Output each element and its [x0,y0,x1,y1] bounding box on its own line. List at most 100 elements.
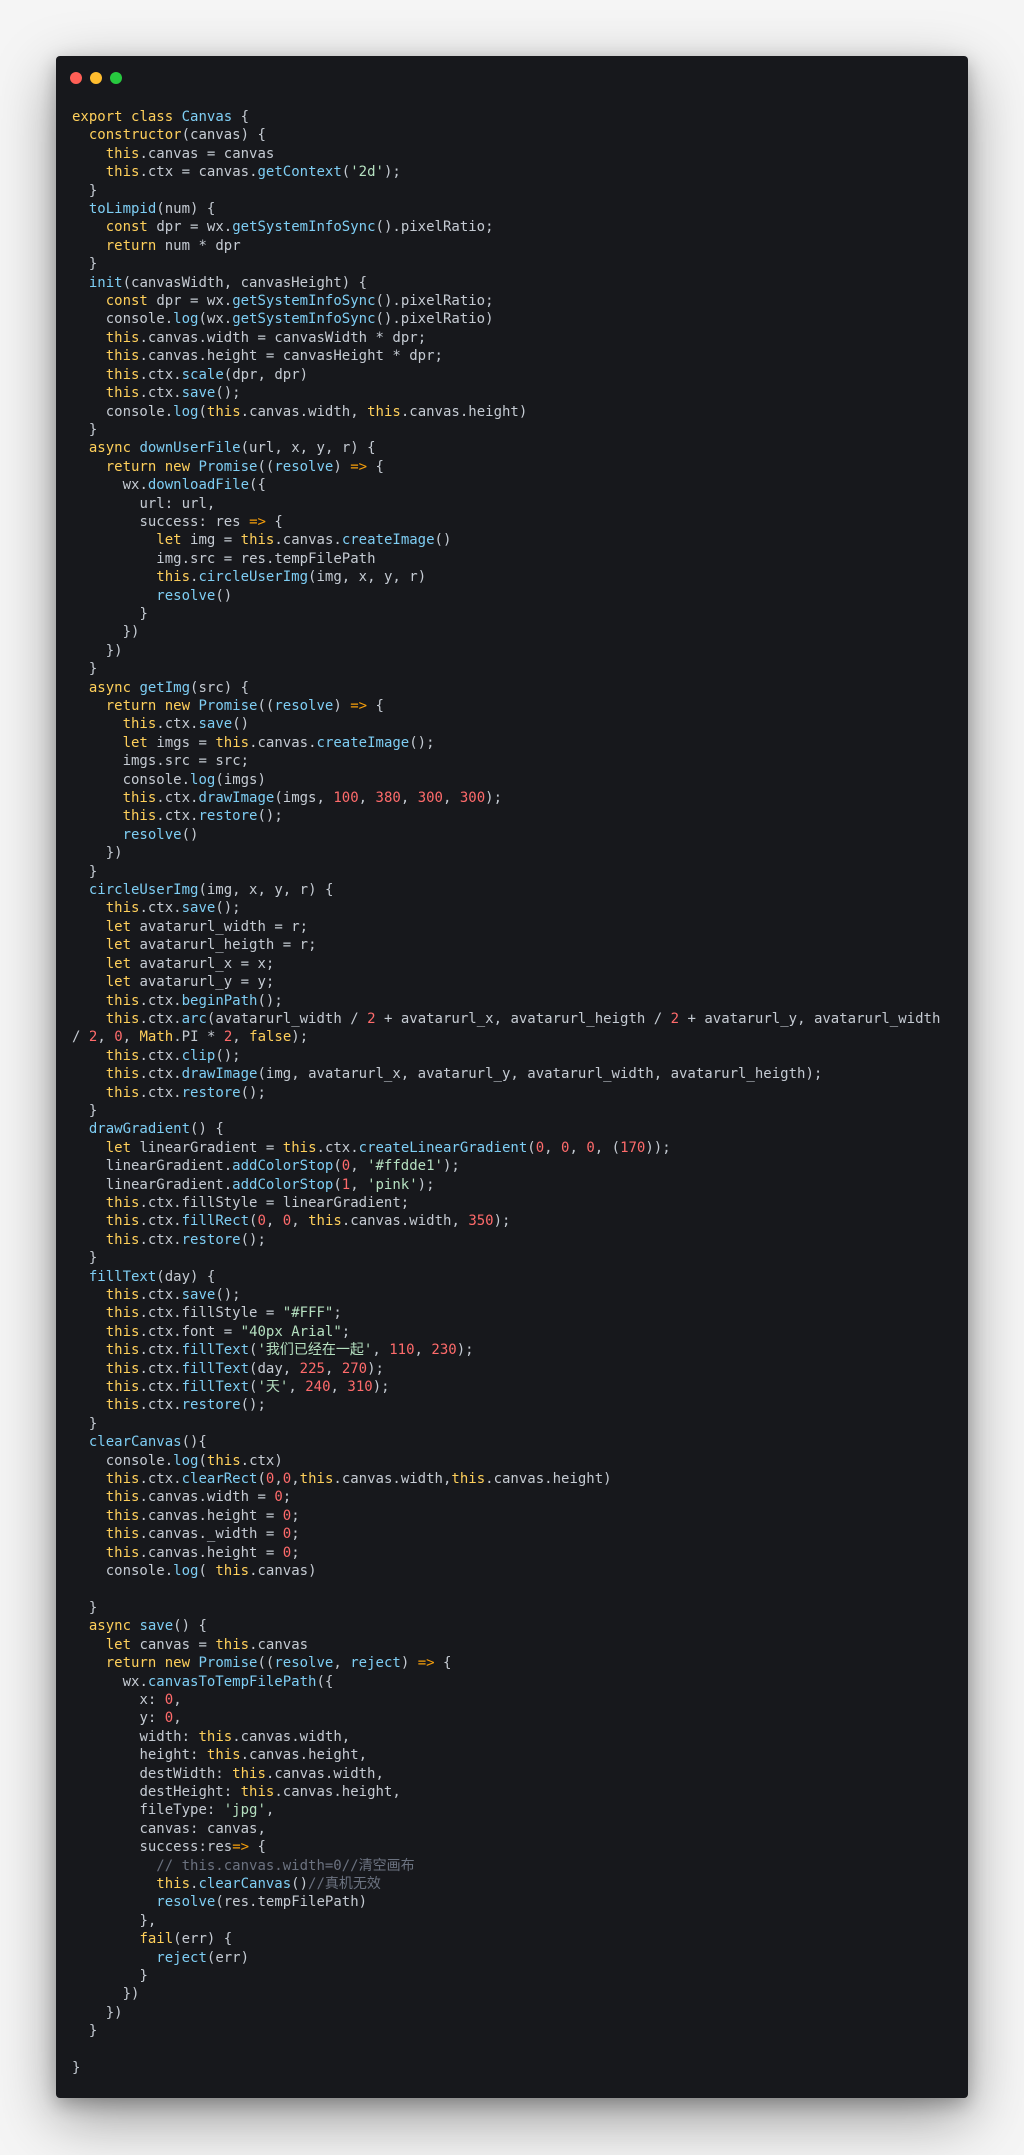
code-line: } [139,605,148,622]
code-line: imgs.src = src; [122,753,250,770]
code-line: let canvas = this.canvas [105,1636,309,1653]
code-line: this.ctx.fillText(day, 225, 270); [105,1360,384,1377]
code-line: async save() { [88,1618,207,1635]
code-line: }) [105,642,123,659]
code-line: resolve() [156,587,233,604]
code-line: this.ctx.restore(); [105,1231,266,1248]
code-line: width: this.canvas.width, [139,1728,351,1745]
code-line: this.canvas.width = canvasWidth * dpr; [105,329,427,346]
code-line: reject(err) [156,1949,250,1966]
code-line: } [139,1968,148,1985]
code-line: this.ctx.save(); [105,385,241,402]
code-line: x: 0, [139,1691,182,1708]
code-line: let imgs = this.canvas.createImage(); [122,734,435,751]
code-line: let avatarurl_x = x; [105,955,275,972]
minimize-dot-icon[interactable] [90,72,102,84]
code-line: this.circleUserImg(img, x, y, r) [156,569,427,586]
code-line: let img = this.canvas.createImage() [156,532,452,549]
code-line: wx.downloadFile({ [122,477,266,494]
code-line: this.ctx.scale(dpr, dpr) [105,366,309,383]
code-line: console.log(this.canvas.width, this.canv… [105,403,528,420]
code-line: console.log(this.ctx) [105,1452,283,1469]
code-line: url: url, [139,495,216,512]
code-line: }) [122,1986,140,2003]
code-line: this.ctx.font = "40px Arial"; [105,1323,351,1340]
code-line: async getImg(src) { [88,679,250,696]
code-line: } [88,256,98,273]
code-line: this.ctx.restore(); [105,1397,266,1414]
code-line: let avatarurl_y = y; [105,974,275,991]
code-line: this.ctx.fillText('我们已经在一起', 110, 230); [105,1342,474,1359]
maximize-dot-icon[interactable] [110,72,122,84]
close-dot-icon[interactable] [70,72,82,84]
code-line: this.ctx.beginPath(); [105,992,283,1009]
code-line: } [72,2060,81,2077]
code-line: }) [122,624,140,641]
code-line: } [88,863,98,880]
code-line: }) [105,845,123,862]
code-line: this.ctx = canvas.getContext('2d'); [105,164,401,181]
code-line: this.canvas.height = canvasHeight * dpr; [105,348,443,365]
code-line: toLimpid(num) { [88,201,216,218]
code-line: const dpr = wx.getSystemInfoSync().pixel… [105,219,494,236]
code-line: } [88,1102,98,1119]
code-line: resolve() [122,826,199,843]
code-line: height: this.canvas.height, [139,1747,368,1764]
code-line: } [88,1415,98,1432]
code-line: fileType: 'jpg', [139,1802,275,1819]
code-window: export class Canvas { constructor(canvas… [56,56,968,2098]
code-line: // this.canvas.width=0//清空画布 [156,1857,415,1874]
code-line: return num * dpr [105,237,241,254]
code-line: const dpr = wx.getSystemInfoSync().pixel… [105,293,494,310]
code-line: export class Canvas { [72,109,250,125]
code-line: init(canvasWidth, canvasHeight) { [88,274,368,291]
code-line: this.ctx.drawImage(imgs, 100, 380, 300, … [122,790,503,807]
code-line: }) [105,2004,123,2021]
code-line: linearGradient.addColorStop(0, '#ffdde1'… [105,1158,460,1175]
code-line: async downUserFile(url, x, y, r) { [88,440,376,457]
code-line: this.ctx.fillStyle = linearGradient; [105,1194,410,1211]
code-line: this.ctx.arc(avatarurl_width / 2 + avata… [72,1010,941,1046]
code-line: resolve(res.tempFilePath) [156,1894,368,1911]
code-line: linearGradient.addColorStop(1, 'pink'); [105,1176,435,1193]
code-line: let avatarurl_width = r; [105,918,309,935]
code-line: } [88,1250,98,1267]
code-line: return new Promise((resolve) => { [105,458,384,475]
code-line: this.ctx.save(); [105,900,241,917]
code-line: this.ctx.fillStyle = "#FFF"; [105,1305,342,1322]
code-line: drawGradient() { [88,1121,224,1138]
code-line: this.ctx.fillRect(0, 0, this.canvas.widt… [105,1213,511,1230]
code-line: this.ctx.drawImage(img, avatarurl_x, ava… [105,1066,823,1083]
code-line: console.log(wx.getSystemInfoSync().pixel… [105,311,494,328]
code-line: y: 0, [139,1710,182,1727]
code-line: success: res => { [139,513,283,530]
code-line: console.log( this.canvas) [105,1563,317,1580]
code-block: export class Canvas { constructor(canvas… [72,108,952,2077]
code-line: this.clearCanvas()//真机无效 [156,1875,381,1892]
code-line: this.canvas.height = 0; [105,1507,300,1524]
code-line: this.canvas.width = 0; [105,1489,292,1506]
code-line: return new Promise((resolve) => { [105,698,384,714]
code-line: return new Promise((resolve, reject) => … [105,1655,452,1672]
code-line: }, [139,1912,157,1929]
code-line: } [88,421,98,438]
code-line: destHeight: this.canvas.height, [139,1783,401,1800]
code-line: this.ctx.clip(); [105,1047,241,1064]
code-line: this.canvas = canvas [105,145,275,162]
code-line: fail(err) { [139,1931,233,1948]
code-line: this.ctx.save() [122,716,250,733]
code-line: console.log(imgs) [122,771,266,788]
code-line: this.canvas._width = 0; [105,1526,300,1543]
code-line: this.ctx.restore(); [122,808,283,825]
code-line: clearCanvas(){ [88,1434,207,1451]
code-line: } [88,182,98,199]
code-line: } [88,661,98,678]
code-line: let linearGradient = this.ctx.createLine… [105,1139,671,1156]
code-line: img.src = res.tempFilePath [156,550,376,567]
code-line: wx.canvasToTempFilePath({ [122,1673,334,1690]
code-line: circleUserImg(img, x, y, r) { [88,882,334,899]
code-line: success:res=> { [139,1839,266,1856]
code-line: let avatarurl_heigth = r; [105,937,317,954]
